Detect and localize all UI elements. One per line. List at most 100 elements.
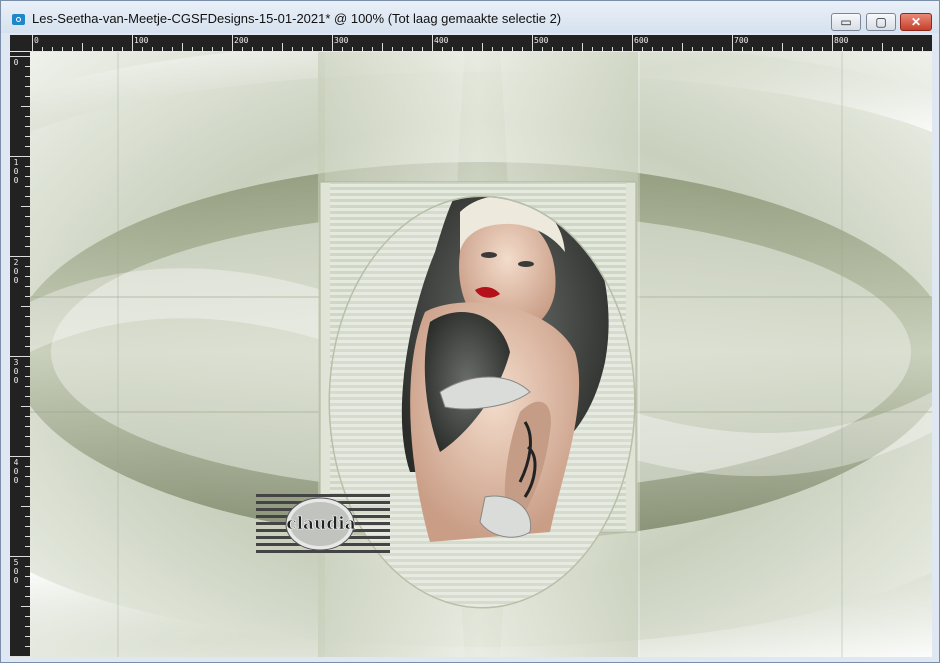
ruler-tick xyxy=(492,47,493,51)
ruler-tick xyxy=(882,43,883,51)
ruler-tick xyxy=(10,256,30,257)
ruler-tick xyxy=(602,47,603,51)
ruler-tick xyxy=(842,47,843,51)
ruler-corner xyxy=(10,35,30,51)
image-canvas[interactable]: claudia xyxy=(30,52,932,657)
ruler-tick xyxy=(322,47,323,51)
ruler-label: 500 xyxy=(13,558,19,585)
ruler-tick xyxy=(362,47,363,51)
title-bar[interactable]: Les-Seetha-van-Meetje-CGSFDesigns-15-01-… xyxy=(1,1,939,33)
ruler-tick xyxy=(902,47,903,51)
ruler-tick xyxy=(412,47,413,51)
ruler-tick xyxy=(512,47,513,51)
ruler-tick xyxy=(382,43,383,51)
ruler-tick xyxy=(21,306,30,307)
ruler-label: 500 xyxy=(534,36,549,45)
ruler-label: 200 xyxy=(13,258,19,285)
ruler-tick xyxy=(21,506,30,507)
ruler-tick xyxy=(352,47,353,51)
image-window: Les-Seetha-van-Meetje-CGSFDesigns-15-01-… xyxy=(0,0,940,663)
ruler-tick xyxy=(892,47,893,51)
ruler-tick xyxy=(21,606,30,607)
ruler-tick xyxy=(862,47,863,51)
ruler-tick xyxy=(752,47,753,51)
ruler-tick xyxy=(342,47,343,51)
ruler-tick xyxy=(202,47,203,51)
ruler-tick xyxy=(332,35,333,51)
ruler-tick xyxy=(292,47,293,51)
ruler-tick xyxy=(142,47,143,51)
ruler-tick xyxy=(10,356,30,357)
ruler-tick xyxy=(662,47,663,51)
watermark-text: claudia xyxy=(286,514,356,534)
minimize-button[interactable]: ▭ xyxy=(831,13,861,31)
horizontal-ruler[interactable]: 0 100 200 300 400 500 600 700 800 xyxy=(30,35,932,51)
ruler-tick xyxy=(472,47,473,51)
ruler-tick xyxy=(162,47,163,51)
ruler-tick xyxy=(672,47,673,51)
ruler-tick xyxy=(852,47,853,51)
ruler-tick xyxy=(182,43,183,51)
ruler-tick xyxy=(792,47,793,51)
ruler-tick xyxy=(10,56,30,57)
watermark-logo: claudia xyxy=(256,494,390,553)
ruler-tick xyxy=(712,47,713,51)
ruler-tick xyxy=(302,47,303,51)
window-title: Les-Seetha-van-Meetje-CGSFDesigns-15-01-… xyxy=(32,11,562,26)
ruler-tick xyxy=(112,47,113,51)
ruler-tick xyxy=(822,47,823,51)
close-button[interactable]: ✕ xyxy=(900,13,932,31)
ruler-tick xyxy=(522,47,523,51)
ruler-tick xyxy=(212,47,213,51)
ruler-tick xyxy=(582,43,583,51)
ruler-tick xyxy=(272,47,273,51)
ruler-tick xyxy=(502,47,503,51)
ruler-label: 600 xyxy=(634,36,649,45)
ruler-label: 0 xyxy=(13,58,19,67)
ruler-label: 0 xyxy=(34,36,39,45)
ruler-tick xyxy=(10,556,30,557)
ruler-tick xyxy=(222,47,223,51)
ruler-tick xyxy=(232,35,233,51)
ruler-label: 800 xyxy=(834,36,849,45)
ruler-tick xyxy=(92,47,93,51)
ruler-tick xyxy=(402,47,403,51)
ruler-tick xyxy=(432,35,433,51)
ruler-tick xyxy=(21,206,30,207)
ruler-tick xyxy=(282,43,283,51)
vertical-ruler[interactable]: 0 100 200 300 400 500 xyxy=(10,52,30,657)
ruler-tick xyxy=(732,35,733,51)
ruler-tick xyxy=(912,47,913,51)
ruler-tick xyxy=(132,35,133,51)
ruler-tick xyxy=(722,47,723,51)
ruler-tick xyxy=(772,47,773,51)
ruler-tick xyxy=(10,456,30,457)
watermark-stripe xyxy=(256,550,390,553)
ruler-tick xyxy=(242,47,243,51)
ruler-tick xyxy=(21,406,30,407)
ruler-tick xyxy=(32,35,33,51)
ruler-tick xyxy=(392,47,393,51)
ruler-label: 100 xyxy=(13,158,19,185)
ruler-tick xyxy=(872,47,873,51)
ruler-tick xyxy=(642,47,643,51)
maximize-button[interactable]: ▢ xyxy=(866,13,896,31)
ruler-tick xyxy=(422,47,423,51)
ruler-tick xyxy=(62,47,63,51)
ruler-tick xyxy=(802,47,803,51)
ruler-tick xyxy=(782,43,783,51)
ruler-tick xyxy=(762,47,763,51)
ruler-tick xyxy=(922,47,923,51)
ruler-tick xyxy=(532,35,533,51)
ruler-tick xyxy=(192,47,193,51)
ruler-tick xyxy=(542,47,543,51)
ruler-tick xyxy=(692,47,693,51)
ruler-tick xyxy=(552,47,553,51)
ruler-tick xyxy=(10,156,30,157)
ruler-label: 300 xyxy=(334,36,349,45)
ruler-tick xyxy=(592,47,593,51)
ruler-tick xyxy=(652,47,653,51)
ruler-tick xyxy=(562,47,563,51)
ruler-tick xyxy=(742,47,743,51)
ruler-tick xyxy=(42,47,43,51)
